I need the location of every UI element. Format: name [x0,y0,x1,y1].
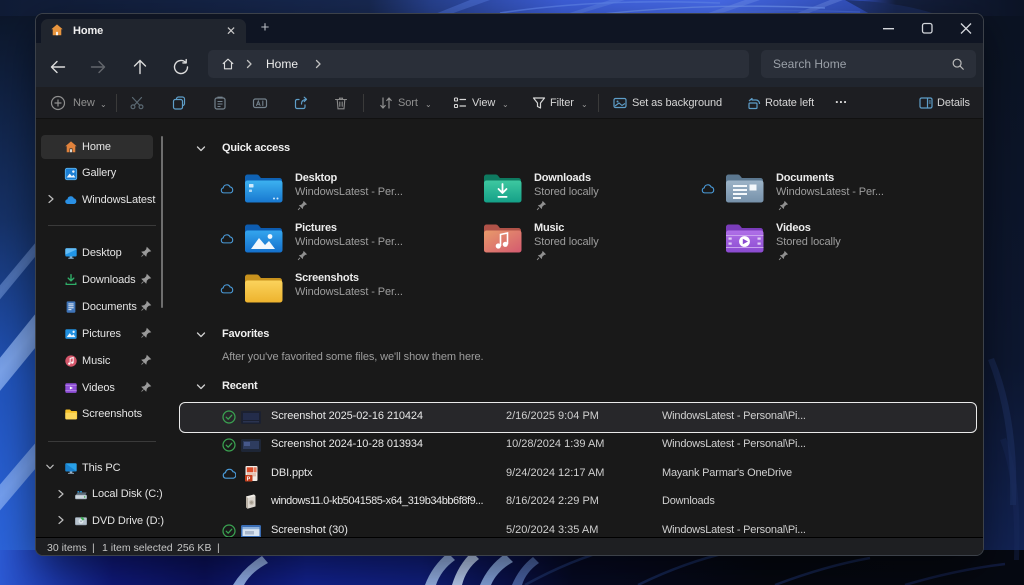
svg-text:P: P [247,476,251,482]
